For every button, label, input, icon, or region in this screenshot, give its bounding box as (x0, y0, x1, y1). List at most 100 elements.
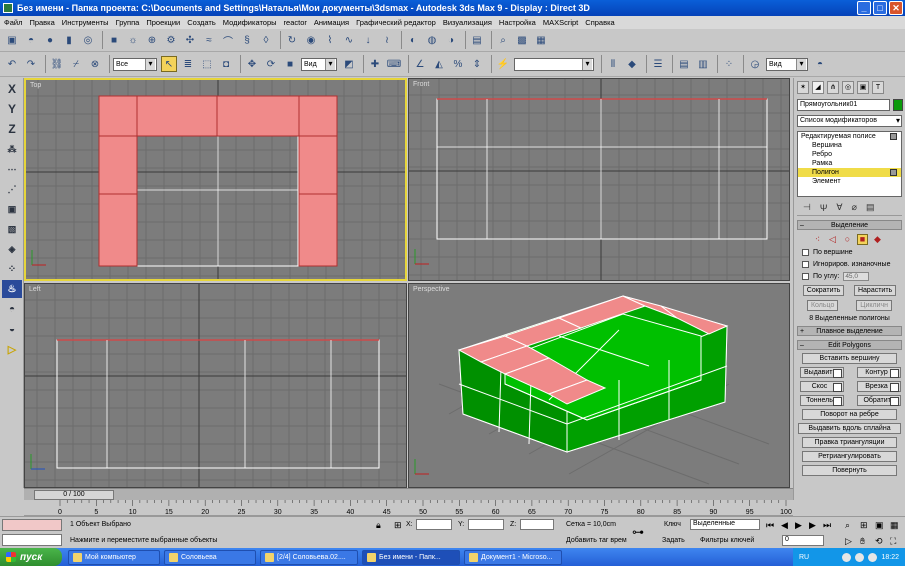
quick-render-icon[interactable]: ▩ (514, 32, 530, 48)
by-angle-checkbox[interactable]: По углу: 45,0 (802, 272, 905, 281)
ring-button[interactable]: Кольцо (806, 300, 839, 311)
zoom-extents-icon[interactable]: ▣ (875, 520, 884, 531)
task-word[interactable]: Документ1 - Microso... (464, 549, 562, 565)
close-button[interactable]: ✕ (889, 1, 903, 15)
viewport-top[interactable]: Top (24, 78, 407, 281)
y-coordinate-field[interactable] (468, 519, 504, 530)
language-indicator[interactable]: RU (799, 554, 809, 561)
menu-rendering[interactable]: Визуализация (443, 18, 492, 27)
display-tab-icon[interactable]: ▣ (857, 80, 869, 94)
play-animation-icon[interactable]: ▶︎ (795, 520, 802, 531)
remove-modifier-icon[interactable]: ⌀ (852, 202, 857, 213)
make-unique-icon[interactable]: ∀ (836, 202, 842, 213)
globe-icon[interactable]: ◍ (424, 32, 440, 48)
edit-triangulation-button[interactable]: Правка триангуляции (802, 437, 897, 448)
constraint-xy-icon[interactable]: ⁂ (2, 140, 22, 158)
zoom-icon[interactable]: ⌕ (845, 520, 850, 531)
camera-icon[interactable]: ■ (106, 32, 122, 48)
tray-icon[interactable] (868, 552, 878, 562)
menu-modifiers[interactable]: Модификаторы (223, 18, 277, 27)
key-mode-dropdown[interactable]: Выделенные (690, 519, 760, 530)
shrink-button[interactable]: Сократить (802, 285, 845, 296)
add-time-tag[interactable]: Добавить таг врем (566, 537, 627, 544)
play-icon[interactable]: ▷ (2, 340, 22, 358)
create-box-icon[interactable]: ▣ (4, 32, 20, 48)
hinge-from-edge-button[interactable]: Поворот на ребре (802, 409, 897, 420)
redo-icon[interactable]: ↷ (23, 56, 39, 72)
menu-views[interactable]: Проекции (146, 18, 180, 27)
maximize-viewport-icon[interactable]: ⛶ (890, 536, 896, 547)
stack-item-element[interactable]: Элемент (798, 177, 901, 186)
torus-icon[interactable]: ◎ (80, 32, 96, 48)
viewport-label-front[interactable]: Front (413, 81, 429, 88)
viewport-front[interactable]: Front (408, 78, 790, 281)
configure-sets-icon[interactable]: ▤ (866, 202, 875, 213)
selection-rollout-header[interactable]: – Выделение (797, 220, 902, 230)
insert-vertex-button[interactable]: Вставить вершину (802, 353, 897, 364)
set-key-label[interactable]: Задать (662, 537, 685, 544)
axis-constraint-x[interactable]: X (2, 80, 22, 98)
material-icon[interactable]: ◉ (303, 32, 319, 48)
modify-tab-icon[interactable]: ◢ (812, 80, 824, 94)
render-frame-icon[interactable]: ▦ (533, 32, 549, 48)
curve-editor-icon[interactable]: ▤ (676, 56, 692, 72)
vertex-mode-icon[interactable]: ⁖ (812, 234, 823, 245)
auto-key-label[interactable]: Ключ (664, 521, 681, 528)
object-name-field[interactable]: Прямоугольник01 (797, 99, 890, 111)
viewport-label-top[interactable]: Top (30, 82, 41, 89)
scale-icon[interactable]: ■ (282, 56, 298, 72)
material-editor-icon[interactable]: ⁘ (721, 56, 737, 72)
soft-selection-rollout-header[interactable]: + Плавное выделение (797, 326, 902, 336)
hierarchy-icon[interactable]: ⋰ (2, 180, 22, 198)
angle-spinner[interactable]: 45,0 (843, 272, 870, 281)
start-button[interactable]: пуск (0, 548, 62, 566)
menu-customize[interactable]: Настройка (499, 18, 536, 27)
percent-snap-icon[interactable]: % (450, 56, 466, 72)
polygon-mode-icon[interactable]: ■ (857, 233, 868, 245)
render-icon[interactable]: ◐ (405, 32, 421, 48)
window-crossing-icon[interactable]: ◘ (218, 56, 234, 72)
menu-edit[interactable]: Правка (29, 18, 54, 27)
prev-frame-icon[interactable]: ◀︎ (781, 520, 788, 531)
task-3dsmax[interactable]: Без имени - Папк... (362, 549, 460, 565)
create-tab-icon[interactable]: ✶ (797, 80, 809, 94)
utilities-tab-icon[interactable]: T (872, 80, 884, 94)
outline-button[interactable]: Контур (857, 367, 901, 378)
menu-animation[interactable]: Анимация (314, 18, 349, 27)
element-mode-icon[interactable]: ◆ (872, 234, 883, 245)
bevel-button[interactable]: Скос (800, 381, 844, 392)
track-bar[interactable]: 0 5 10 15 20 25 30 35 40 45 50 55 60 65 70 75 80 85 90 95 10… (24, 500, 793, 516)
environment-icon[interactable]: ◒ (2, 320, 22, 338)
refresh-icon[interactable]: ↻ (284, 32, 300, 48)
teapot-icon[interactable]: ◓ (23, 32, 39, 48)
time-slider-track[interactable]: 0 / 100 (24, 488, 793, 500)
inset-button[interactable]: Врезка (857, 381, 901, 392)
viewport-left[interactable]: Left (24, 283, 407, 488)
render-type-dropdown[interactable]: Вид (766, 57, 808, 71)
goto-end-icon[interactable]: ⏭︎ (823, 520, 831, 531)
hierarchy-tab-icon[interactable]: ⋔ (827, 80, 839, 94)
sphere-icon[interactable]: ● (42, 32, 58, 48)
mirror-icon[interactable]: ⫴ (605, 56, 621, 72)
move-icon[interactable]: ✥ (244, 56, 260, 72)
dotted-icon[interactable]: ⋯ (2, 160, 22, 178)
named-selection-dropdown[interactable] (514, 57, 594, 71)
zoom-extents-all-icon[interactable]: ▦ (890, 520, 899, 531)
undo-icon[interactable]: ↶ (4, 56, 20, 72)
z-coordinate-field[interactable] (520, 519, 554, 530)
loop-button[interactable]: Цикличн (856, 300, 893, 311)
menu-group[interactable]: Группа (116, 18, 140, 27)
array-icon[interactable]: ▣ (2, 200, 22, 218)
menu-help[interactable]: Справка (585, 18, 614, 27)
viewport-perspective[interactable]: Perspective (408, 283, 790, 488)
object-color-swatch[interactable] (893, 99, 903, 111)
key-filters-button[interactable]: Фильтры ключей (700, 537, 754, 544)
twist-icon[interactable]: § (239, 32, 255, 48)
cylinder-icon[interactable]: ▮ (61, 32, 77, 48)
scene-icon[interactable]: ◑ (443, 32, 459, 48)
ignore-backfacing-checkbox[interactable]: Игнориров. изнаночные (802, 260, 905, 269)
next-frame-icon[interactable]: ▶︎ (809, 520, 816, 531)
by-vertex-checkbox[interactable]: По вершине (802, 248, 905, 257)
spacing-icon[interactable]: ▧ (2, 220, 22, 238)
stack-item-polygon[interactable]: Полигон (798, 168, 901, 177)
